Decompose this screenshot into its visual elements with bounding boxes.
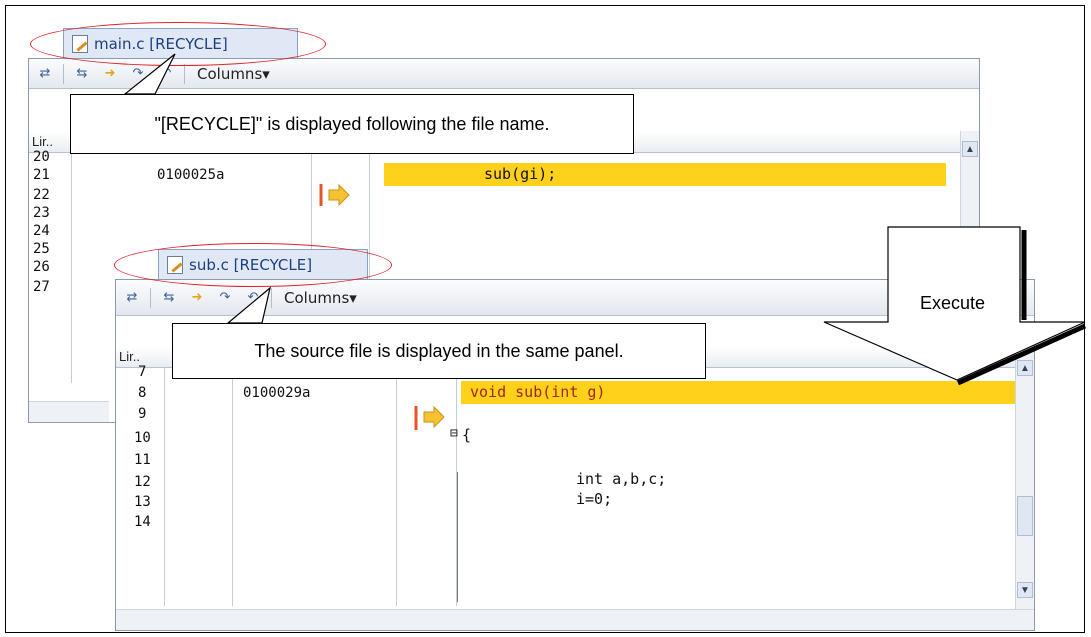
execute-label: Execute (920, 293, 986, 313)
callout-same-panel-note: The source file is displayed in the same… (172, 323, 706, 379)
callout-recycle-note: "[RECYCLE]" is displayed following the f… (70, 94, 634, 154)
